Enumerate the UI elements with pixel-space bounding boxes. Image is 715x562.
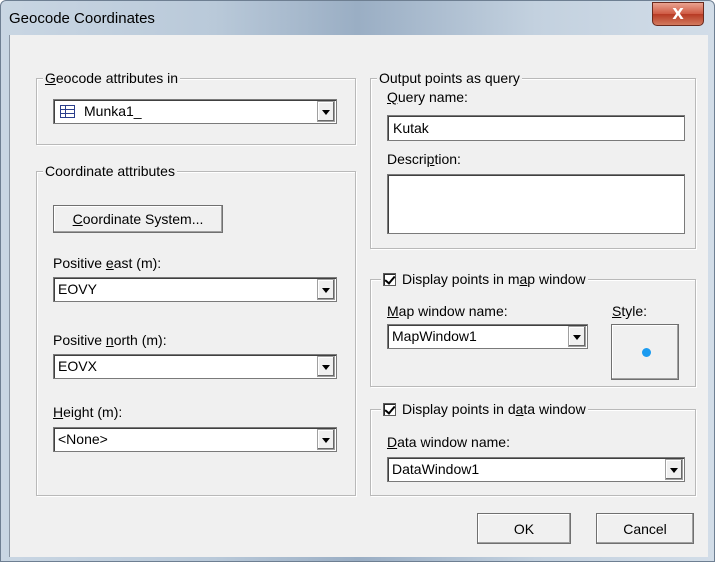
chevron-down-icon[interactable] <box>317 429 335 450</box>
map-window-group: Display points in map window Map window … <box>370 270 696 387</box>
cancel-button[interactable]: Cancel <box>596 513 694 544</box>
display-data-checkbox-label[interactable]: Display points in data window <box>402 400 586 418</box>
cancel-button-label: Cancel <box>623 520 667 537</box>
coordinate-attributes-group-title: Coordinate attributes <box>43 162 177 180</box>
chevron-down-icon[interactable] <box>665 459 683 480</box>
positive-north-select[interactable]: EOVX <box>53 354 337 379</box>
coordinate-system-button[interactable]: Coordinate System... <box>53 205 223 233</box>
map-window-name-value: MapWindow1 <box>392 328 477 344</box>
close-icon: X <box>672 5 684 23</box>
description-input[interactable] <box>387 174 685 234</box>
title-bar[interactable]: Geocode Coordinates X <box>1 1 714 35</box>
data-window-name-label: Data window name: <box>387 434 510 450</box>
chevron-down-icon[interactable] <box>568 326 586 347</box>
style-label: Style: <box>612 303 648 319</box>
point-style-icon <box>642 348 651 357</box>
positive-east-label: Positive east (m): <box>53 255 162 271</box>
positive-north-value: EOVX <box>58 358 97 374</box>
geocode-attributes-group: Geocode attributes in Munka1_ <box>36 69 356 145</box>
window-title: Geocode Coordinates <box>9 10 155 27</box>
positive-north-label: Positive north (m): <box>53 332 167 348</box>
geocode-table-select[interactable]: Munka1_ <box>53 99 337 124</box>
coordinate-attributes-group: Coordinate attributes Coordinate System.… <box>36 162 356 496</box>
style-button[interactable] <box>611 324 679 380</box>
display-map-checkbox[interactable] <box>383 272 396 286</box>
positive-east-select[interactable]: EOVY <box>53 277 337 302</box>
close-button[interactable]: X <box>652 2 704 26</box>
dialog-client-area: Geocode attributes in Munka1_ Coordinate… <box>9 35 708 557</box>
query-name-input[interactable]: Kutak <box>387 115 685 141</box>
output-query-group: Output points as query Query name: Kutak… <box>370 69 696 249</box>
query-name-label: Query name: <box>387 89 468 105</box>
positive-east-value: EOVY <box>58 281 97 297</box>
ok-button-label: OK <box>513 520 535 537</box>
dialog-window: Geocode Coordinates X Geocode attributes… <box>0 0 715 562</box>
chevron-down-icon[interactable] <box>317 101 335 122</box>
chevron-down-icon[interactable] <box>317 356 335 377</box>
height-select[interactable]: <None> <box>53 427 337 452</box>
data-window-name-value: DataWindow1 <box>392 461 480 477</box>
geocode-table-value: Munka1_ <box>84 103 142 119</box>
height-label: Height (m): <box>53 404 123 420</box>
map-window-group-title: Display points in map window <box>381 270 588 288</box>
map-window-name-label: Map window name: <box>387 303 508 319</box>
display-data-checkbox[interactable] <box>383 402 396 416</box>
data-window-group: Display points in data window Data windo… <box>370 400 696 496</box>
coordinate-system-button-label: Coordinate System... <box>72 211 204 227</box>
chevron-down-icon[interactable] <box>317 279 335 300</box>
output-query-group-title: Output points as query <box>377 69 522 87</box>
table-icon <box>60 105 75 118</box>
data-window-name-select[interactable]: DataWindow1 <box>387 457 685 482</box>
height-value: <None> <box>58 431 108 447</box>
description-label: Description: <box>387 151 461 167</box>
data-window-group-title: Display points in data window <box>381 400 588 418</box>
ok-button[interactable]: OK <box>477 513 571 544</box>
display-map-checkbox-label[interactable]: Display points in map window <box>402 270 586 288</box>
map-window-name-select[interactable]: MapWindow1 <box>387 324 588 349</box>
geocode-attributes-group-title: Geocode attributes in <box>43 69 181 87</box>
query-name-value: Kutak <box>393 120 429 136</box>
